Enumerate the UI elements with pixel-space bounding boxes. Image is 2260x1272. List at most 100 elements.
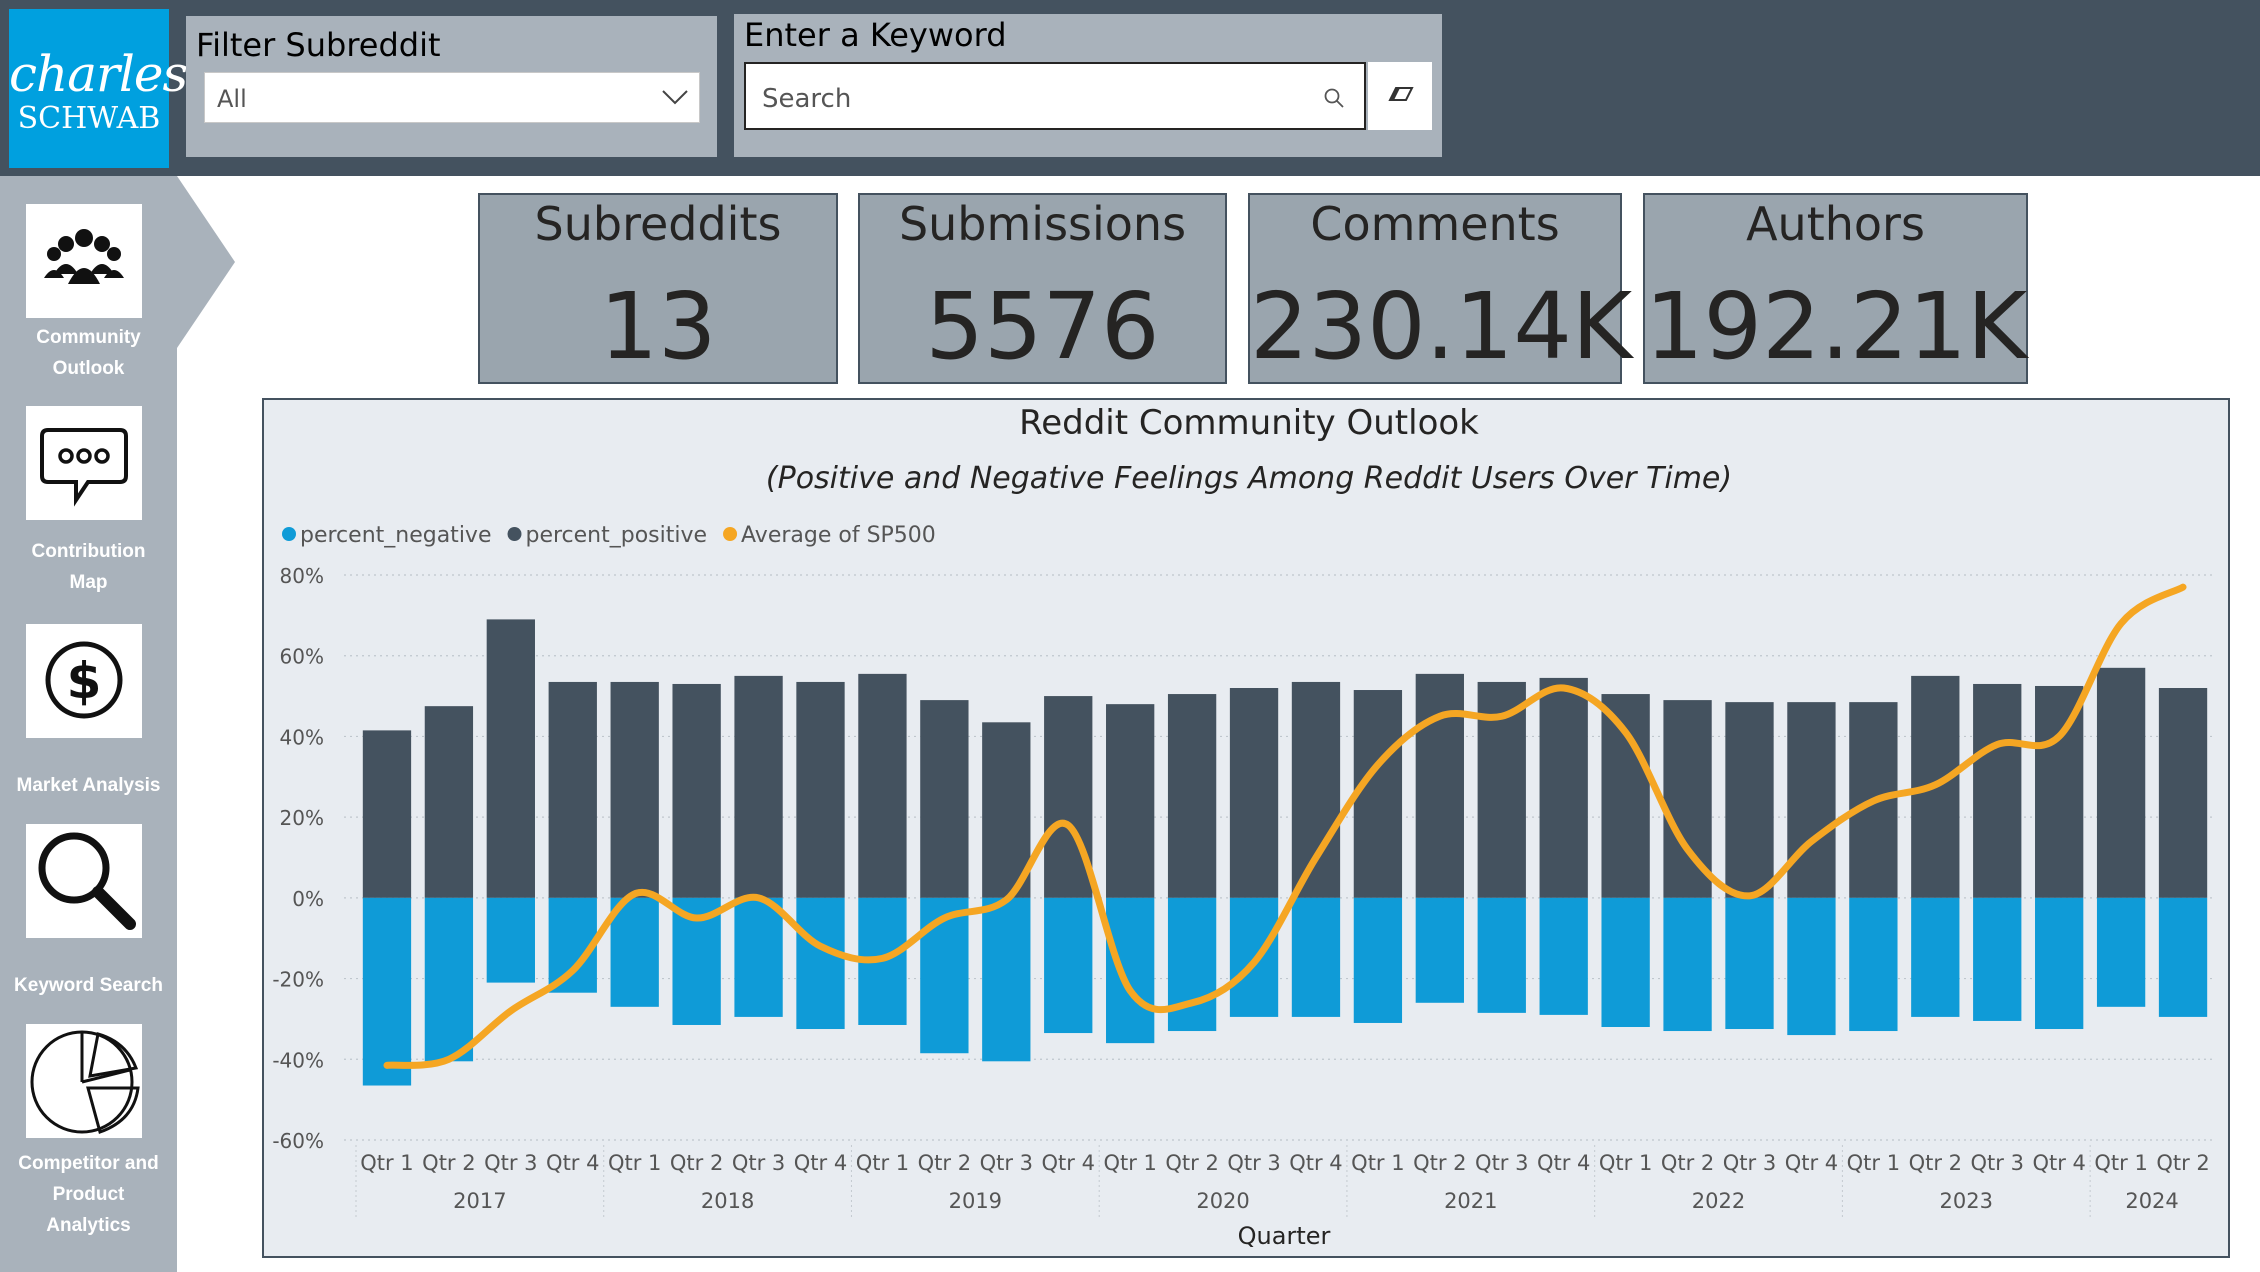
bar-negative[interactable] <box>424 897 474 1062</box>
bar-positive[interactable] <box>796 681 845 898</box>
sp500-point[interactable] <box>1685 847 1690 852</box>
bar-negative[interactable] <box>362 897 412 1086</box>
bar-negative[interactable] <box>2035 897 2084 1030</box>
legend-marker <box>507 527 522 541</box>
bar-negative[interactable] <box>1353 897 1403 1023</box>
bar-negative[interactable] <box>2096 897 2146 1007</box>
bar-negative[interactable] <box>1539 897 1588 1015</box>
sp500-point[interactable] <box>1437 714 1442 719</box>
bar-positive[interactable] <box>920 700 969 898</box>
sp500-point[interactable] <box>2057 734 2062 739</box>
bar-positive[interactable] <box>2096 667 2146 898</box>
sp500-point[interactable] <box>1499 714 1504 719</box>
sp500-point[interactable] <box>1004 897 1009 902</box>
sp500-point[interactable] <box>756 895 761 900</box>
bar-positive[interactable] <box>1601 694 1650 898</box>
bar-positive[interactable] <box>1973 683 2022 898</box>
bar-negative[interactable] <box>1477 897 1526 1013</box>
sp500-point[interactable] <box>1747 893 1752 898</box>
bar-negative[interactable] <box>1044 897 1093 1034</box>
sp500-point[interactable] <box>1809 839 1814 844</box>
chevron-down-icon <box>662 90 688 105</box>
bar-negative[interactable] <box>1291 897 1341 1017</box>
sp500-point[interactable] <box>632 891 637 896</box>
sp500-point[interactable] <box>1190 1000 1195 1005</box>
sp500-point[interactable] <box>1252 960 1257 965</box>
bar-positive[interactable] <box>1725 702 1774 898</box>
x-year-label: 2019 <box>949 1189 1002 1213</box>
bar-positive[interactable] <box>1167 694 1217 898</box>
sp500-point[interactable] <box>942 916 947 921</box>
bar-negative[interactable] <box>486 897 535 983</box>
bar-positive[interactable] <box>1787 702 1836 898</box>
sp500-point[interactable] <box>880 956 885 961</box>
bar-positive[interactable] <box>1353 690 1403 898</box>
bar-positive[interactable] <box>672 683 721 898</box>
svg-text:$: $ <box>67 652 102 710</box>
bar-negative[interactable] <box>1601 897 1650 1027</box>
sp500-point[interactable] <box>508 1008 513 1013</box>
bar-negative[interactable] <box>982 897 1031 1062</box>
bar-negative[interactable] <box>734 897 783 1017</box>
bar-positive[interactable] <box>548 681 597 898</box>
search-icon[interactable] <box>1322 86 1346 110</box>
bar-positive[interactable] <box>362 730 412 898</box>
x-tick-label: Qtr 1 <box>608 1151 661 1175</box>
bar-positive[interactable] <box>1229 688 1279 898</box>
bar-negative[interactable] <box>610 897 659 1007</box>
kpi-subreddits: Subreddits 13 <box>478 193 838 384</box>
sp500-point[interactable] <box>818 944 823 949</box>
sp500-point[interactable] <box>694 916 699 921</box>
keyword-search-input[interactable]: Search <box>744 62 1366 130</box>
x-tick-label: Qtr 4 <box>2032 1151 2085 1175</box>
sp500-point[interactable] <box>1066 823 1071 828</box>
y-tick-label: -60% <box>272 1129 324 1153</box>
x-tick-label: Qtr 4 <box>1537 1151 1590 1175</box>
x-tick-label: Qtr 2 <box>422 1151 475 1175</box>
bar-negative[interactable] <box>1787 897 1836 1036</box>
sp500-point[interactable] <box>446 1057 451 1062</box>
bar-negative[interactable] <box>1849 897 1898 1032</box>
bar-positive[interactable] <box>424 706 474 898</box>
sp500-point[interactable] <box>1871 799 1876 803</box>
bar-positive[interactable] <box>1106 704 1155 898</box>
x-tick-label: Qtr 2 <box>1413 1151 1466 1175</box>
x-year-label: 2020 <box>1196 1189 1249 1213</box>
bar-negative[interactable] <box>1415 897 1464 1003</box>
sp500-point[interactable] <box>1933 782 1938 787</box>
bar-negative[interactable] <box>2158 897 2208 1017</box>
community-outlook-chart[interactable]: Reddit Community Outlook (Positive and N… <box>262 398 2230 1258</box>
bar-positive[interactable] <box>486 619 535 898</box>
bar-negative[interactable] <box>1911 897 1960 1017</box>
bar-negative[interactable] <box>1663 897 1712 1032</box>
bar-negative[interactable] <box>1167 897 1217 1032</box>
bar-positive[interactable] <box>1539 677 1588 898</box>
bar-positive[interactable] <box>610 681 659 898</box>
bar-positive[interactable] <box>2158 688 2208 898</box>
sp500-point[interactable] <box>384 1063 389 1068</box>
bar-positive[interactable] <box>1291 681 1341 898</box>
sp500-point[interactable] <box>1375 762 1380 767</box>
sp500-point[interactable] <box>1623 730 1628 735</box>
bar-negative[interactable] <box>796 897 845 1030</box>
clear-search-button[interactable] <box>1368 62 1432 130</box>
x-tick-label: Qtr 3 <box>1475 1151 1528 1175</box>
sp500-point[interactable] <box>1313 855 1318 860</box>
x-tick-label: Qtr 2 <box>670 1151 723 1175</box>
y-tick-label: 0% <box>292 887 324 911</box>
charles-schwab-logo[interactable]: charles SCHWAB <box>9 9 188 168</box>
subreddit-dropdown[interactable]: All <box>204 72 700 123</box>
x-tick-label: Qtr 1 <box>1103 1151 1156 1175</box>
bar-negative[interactable] <box>1973 897 2022 1021</box>
bar-positive[interactable] <box>858 673 907 898</box>
sp500-point[interactable] <box>1128 988 1133 993</box>
bar-positive[interactable] <box>1415 673 1464 898</box>
bar-positive[interactable] <box>734 675 783 898</box>
sp500-point[interactable] <box>1561 686 1566 690</box>
sp500-point[interactable] <box>2119 621 2124 626</box>
sp500-point[interactable] <box>2181 585 2186 590</box>
bar-negative[interactable] <box>1106 897 1155 1044</box>
sp500-point[interactable] <box>570 968 575 973</box>
sp500-point[interactable] <box>1995 742 2000 747</box>
bar-negative[interactable] <box>1725 897 1774 1030</box>
